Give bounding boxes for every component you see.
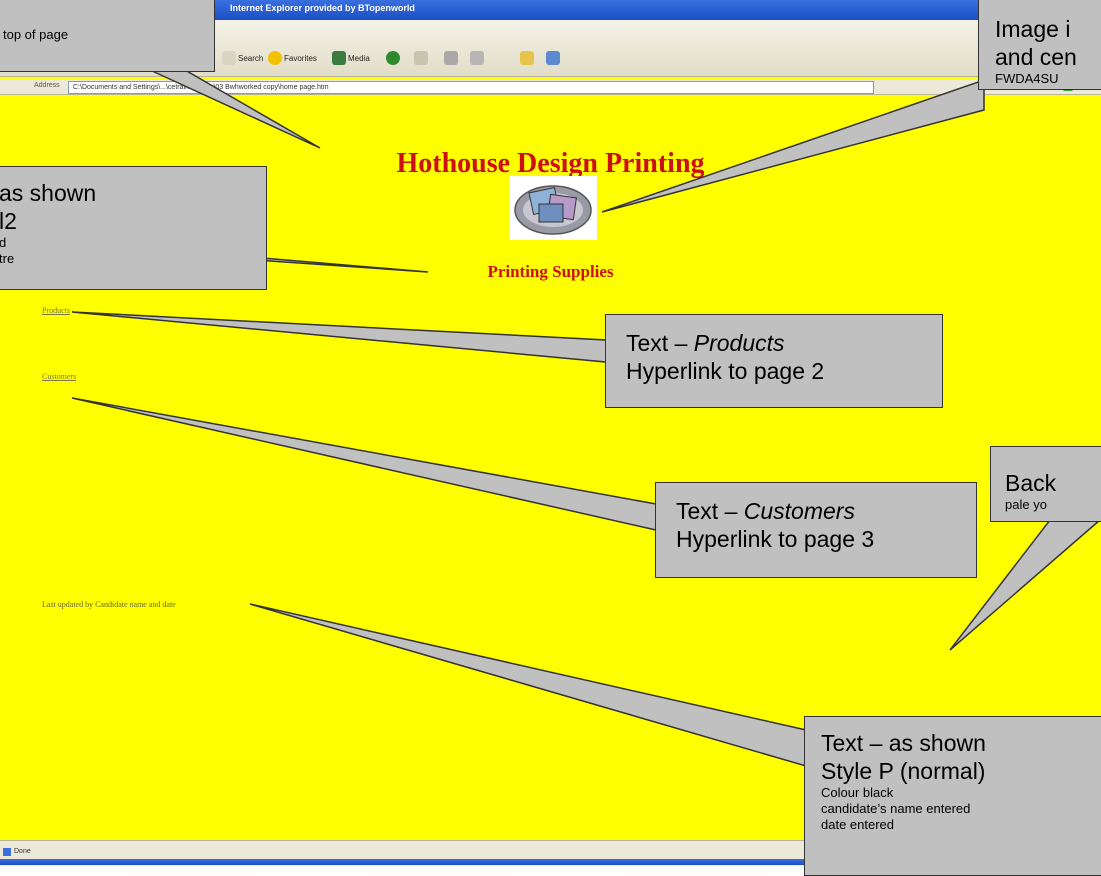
pointer-text — [249, 603, 807, 767]
callout-image-line1: Image i — [995, 16, 1071, 42]
callout-heading-spec: as shown l2 d tre — [0, 166, 267, 290]
callout-image-line2: and cen — [995, 44, 1077, 70]
callout-products-line2: Hyperlink to page 2 — [626, 358, 825, 384]
callout-heading-line2: l2 — [0, 208, 17, 234]
callout-text-line3: Colour black — [821, 785, 894, 800]
callout-heading-line3: d — [0, 235, 7, 250]
callout-text-line4: candidate’s name entered — [821, 801, 971, 816]
callout-products-link: Text – Products Hyperlink to page 2 — [605, 314, 943, 408]
callout-products-prefix: Text – — [626, 330, 694, 356]
callout-customers-line1: Text – Customers — [676, 497, 976, 525]
callout-customers-prefix: Text – — [676, 498, 744, 524]
callout-background-line1: Back — [1005, 470, 1057, 496]
callout-text-line1: Text – as shown — [821, 730, 986, 756]
callout-text-line2: Style P (normal) — [821, 758, 986, 784]
callout-text-line5: date entered — [821, 817, 895, 832]
callout-image-spec: Image i and cen FWDA4SU — [978, 0, 1101, 90]
callout-customers-link: Text – Customers Hyperlink to page 3 — [655, 482, 977, 578]
callout-background-colour: Back pale yo — [990, 446, 1101, 522]
callout-products-name: Products — [693, 330, 785, 356]
callout-customers-line2: Hyperlink to page 3 — [676, 526, 875, 552]
pointer-products — [71, 311, 607, 363]
callout-top-line: top of page — [3, 27, 69, 42]
callout-image-line3: FWDA4SU — [995, 71, 1059, 86]
pointer-top — [149, 69, 321, 149]
callout-heading-line4: tre — [0, 251, 15, 266]
callout-updated-text-spec: Text – as shown Style P (normal) Colour … — [804, 716, 1101, 876]
callout-top-of-page: top of page — [0, 0, 215, 72]
pointer-customers — [71, 397, 657, 531]
callout-products-line1: Text – Products — [626, 329, 942, 357]
callout-heading-line1: as shown — [0, 180, 97, 206]
callout-customers-name: Customers — [743, 498, 855, 524]
callout-background-line2: pale yo — [1005, 497, 1047, 512]
pointer-image — [601, 78, 985, 213]
